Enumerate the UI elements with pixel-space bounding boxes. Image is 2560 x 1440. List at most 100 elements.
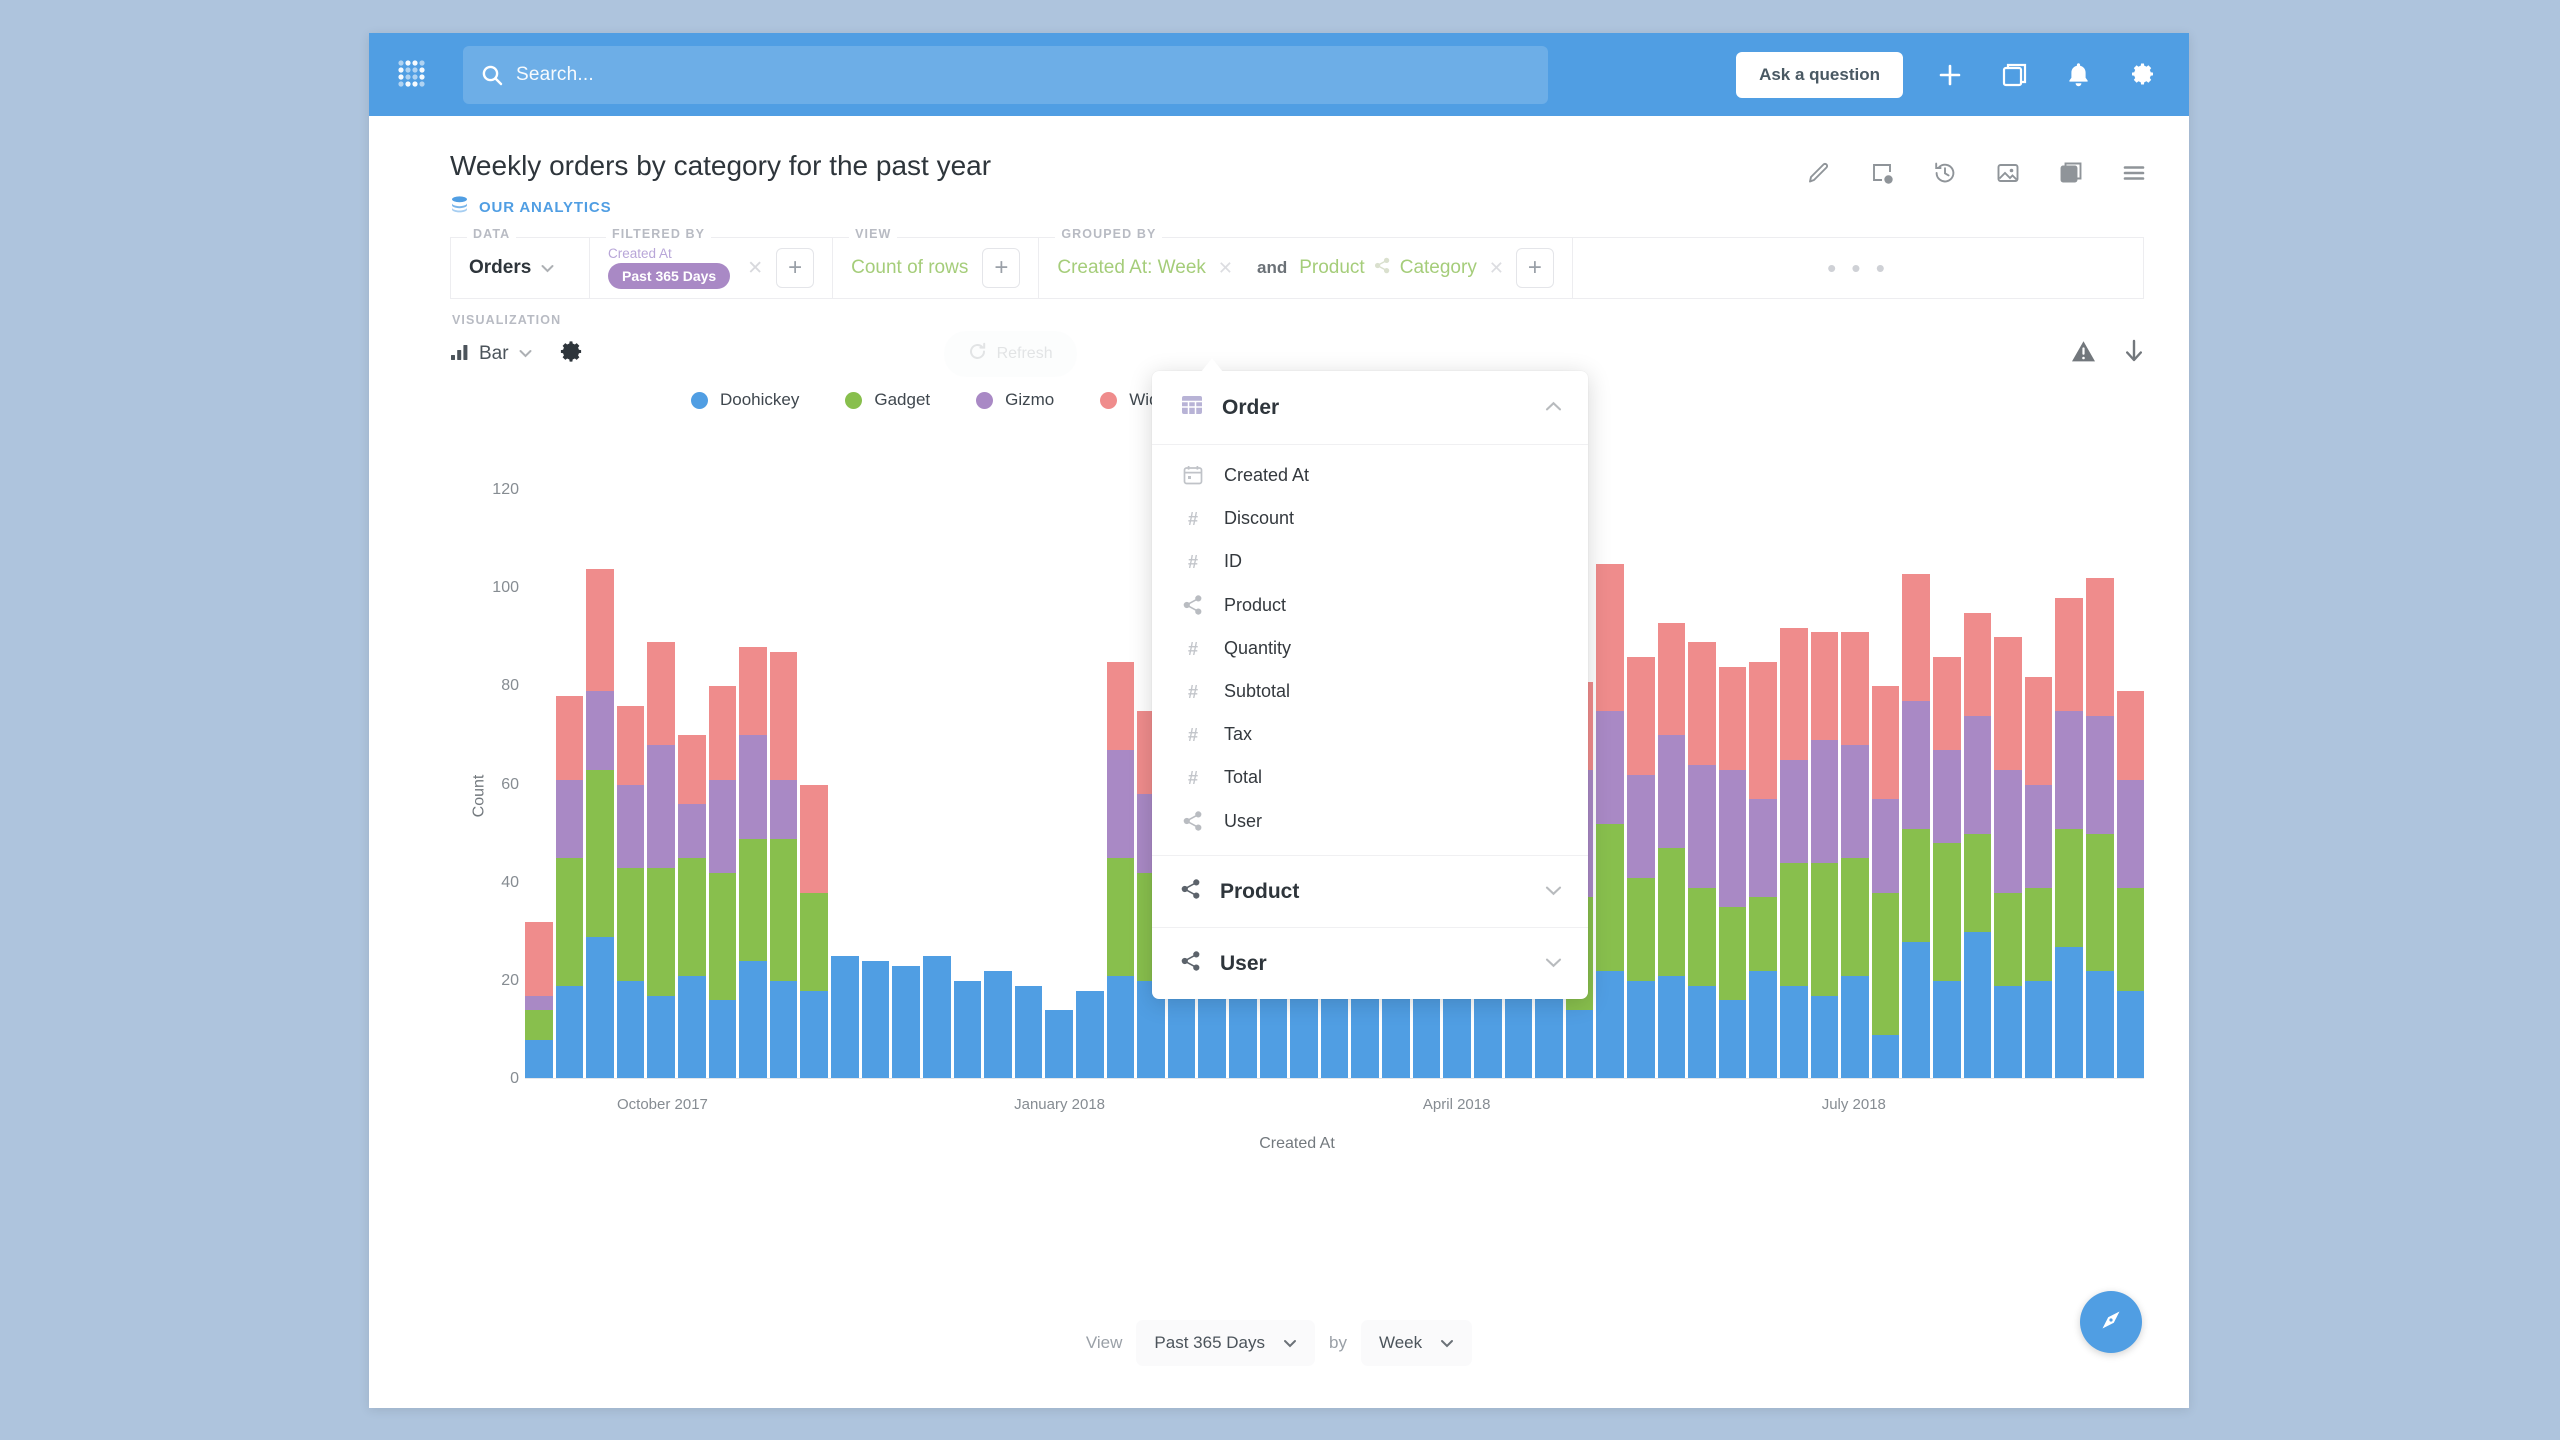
bar-segment-gadget[interactable] — [678, 858, 706, 976]
refresh-button[interactable]: Refresh — [943, 331, 1077, 377]
chart-bar[interactable] — [1810, 441, 1839, 1079]
breadcrumb-collection-link[interactable]: OUR ANALYTICS — [450, 195, 991, 219]
aggregation-value[interactable]: Count of rows — [851, 257, 968, 279]
bar-segment-gadget[interactable] — [1749, 897, 1777, 972]
bar-segment-doohickey[interactable] — [892, 966, 920, 1079]
bar-segment-gizmo[interactable] — [1841, 745, 1869, 859]
bar-segment-widget[interactable] — [1841, 632, 1869, 746]
bar-segment-doohickey[interactable] — [1014, 985, 1043, 1079]
chart-bar[interactable] — [1871, 441, 1900, 1079]
chart-bar[interactable] — [2024, 441, 2053, 1079]
chart-bar[interactable] — [739, 441, 767, 1079]
popover-field-id[interactable]: # ID — [1152, 540, 1588, 583]
bar-segment-gizmo[interactable] — [1657, 735, 1686, 849]
bar-segment-doohickey[interactable] — [861, 961, 890, 1079]
bar-segment-gadget[interactable] — [2055, 828, 2084, 947]
breakout-created-at-week[interactable]: Created At: Week — [1057, 257, 1206, 279]
download-image-icon[interactable] — [1993, 158, 2023, 188]
bookmark-duplicate-icon[interactable] — [2056, 158, 2086, 188]
chart-bar[interactable] — [1902, 441, 1931, 1079]
bar-segment-doohickey[interactable] — [555, 985, 584, 1079]
bar-segment-gizmo[interactable] — [1963, 715, 1992, 834]
legend-item-doohickey[interactable]: Doohickey — [691, 390, 799, 410]
chart-bar[interactable] — [892, 441, 920, 1079]
bar-segment-gizmo[interactable] — [647, 745, 676, 868]
popover-field-created-at[interactable]: Created At — [1152, 453, 1588, 497]
bar-segment-widget[interactable] — [616, 706, 645, 785]
chart-bar[interactable] — [2116, 441, 2145, 1079]
bar-segment-gizmo[interactable] — [2024, 784, 2053, 888]
popover-field-product[interactable]: Product — [1152, 583, 1588, 627]
time-unit-select[interactable]: Week — [1360, 1320, 1473, 1366]
popover-field-quantity[interactable]: # Quantity — [1152, 627, 1588, 670]
bar-segment-gadget[interactable] — [1106, 858, 1135, 976]
bar-segment-gadget[interactable] — [1963, 833, 1992, 932]
bar-segment-doohickey[interactable] — [616, 980, 645, 1079]
bar-segment-widget[interactable] — [800, 784, 829, 893]
popover-field-subtotal[interactable]: # Subtotal — [1152, 670, 1588, 713]
bar-segment-gizmo[interactable] — [1688, 764, 1716, 888]
bar-segment-gadget[interactable] — [555, 858, 584, 986]
bar-segment-doohickey[interactable] — [1749, 971, 1777, 1079]
bar-segment-doohickey[interactable] — [1657, 975, 1686, 1079]
chart-bar[interactable] — [708, 441, 737, 1079]
bar-segment-widget[interactable] — [1779, 627, 1808, 761]
bar-segment-widget[interactable] — [1718, 666, 1747, 770]
bar-segment-widget[interactable] — [2024, 676, 2053, 785]
bar-segment-gadget[interactable] — [586, 769, 614, 937]
bar-segment-gadget[interactable] — [2024, 887, 2053, 981]
bar-segment-gizmo[interactable] — [769, 779, 798, 839]
chart-bar[interactable] — [525, 441, 553, 1079]
chart-bar[interactable] — [1045, 441, 1073, 1079]
chart-bar[interactable] — [1963, 441, 1992, 1079]
visualization-type-picker[interactable]: Bar — [450, 343, 532, 365]
bar-segment-doohickey[interactable] — [922, 956, 951, 1079]
warning-triangle-icon[interactable] — [2071, 340, 2096, 368]
chart-bar[interactable] — [922, 441, 951, 1079]
chart-bar[interactable] — [1933, 441, 1961, 1079]
bar-segment-doohickey[interactable] — [2116, 990, 2145, 1079]
bar-segment-gadget[interactable] — [1779, 863, 1808, 986]
bar-segment-gizmo[interactable] — [708, 779, 737, 873]
page-title[interactable]: Weekly orders by category for the past y… — [450, 148, 991, 183]
chart-bar[interactable] — [1106, 441, 1135, 1079]
bar-segment-widget[interactable] — [555, 696, 584, 780]
bar-segment-doohickey[interactable] — [1565, 1010, 1594, 1079]
bar-segment-doohickey[interactable] — [953, 980, 982, 1079]
chart-bar[interactable] — [984, 441, 1012, 1079]
bar-segment-doohickey[interactable] — [1045, 1010, 1073, 1079]
add-breakout-button[interactable]: + — [1515, 248, 1554, 288]
chart-bar[interactable] — [1657, 441, 1686, 1079]
add-filter-button[interactable]: + — [776, 248, 815, 288]
download-arrow-icon[interactable] — [2124, 339, 2144, 369]
chart-bar[interactable] — [861, 441, 890, 1079]
bar-segment-gadget[interactable] — [1626, 877, 1655, 981]
bar-segment-doohickey[interactable] — [2055, 946, 2084, 1079]
remove-breakout-1-icon[interactable]: ✕ — [1206, 258, 1245, 279]
more-menu-icon[interactable] — [2119, 158, 2149, 188]
visualization-settings-gear-icon[interactable] — [558, 339, 584, 370]
bar-segment-gadget[interactable] — [800, 892, 829, 991]
nav-compass-button[interactable] — [2080, 1291, 2142, 1353]
bar-segment-widget[interactable] — [525, 921, 553, 996]
chart-bar[interactable] — [1075, 441, 1104, 1079]
bar-segment-widget[interactable] — [1596, 563, 1624, 711]
chart-bar[interactable] — [647, 441, 676, 1079]
chart-bar[interactable] — [831, 441, 859, 1079]
bar-segment-doohickey[interactable] — [1106, 975, 1135, 1079]
bar-segment-doohickey[interactable] — [769, 980, 798, 1079]
data-source-picker[interactable]: Orders — [469, 257, 554, 279]
bar-segment-widget[interactable] — [1902, 573, 1931, 702]
bar-segment-gizmo[interactable] — [1902, 701, 1931, 829]
remove-filter-icon[interactable]: ✕ — [734, 257, 776, 280]
bar-segment-widget[interactable] — [739, 647, 767, 736]
bar-segment-gadget[interactable] — [1810, 863, 1839, 996]
bar-segment-doohickey[interactable] — [525, 1039, 553, 1079]
bar-segment-widget[interactable] — [586, 568, 614, 692]
bar-segment-gizmo[interactable] — [1718, 769, 1747, 908]
chart-bar[interactable] — [1779, 441, 1808, 1079]
popover-section-product[interactable]: Product — [1152, 855, 1588, 927]
chart-bar[interactable] — [800, 441, 829, 1079]
bar-segment-gizmo[interactable] — [555, 779, 584, 859]
bar-segment-gadget[interactable] — [1657, 848, 1686, 976]
